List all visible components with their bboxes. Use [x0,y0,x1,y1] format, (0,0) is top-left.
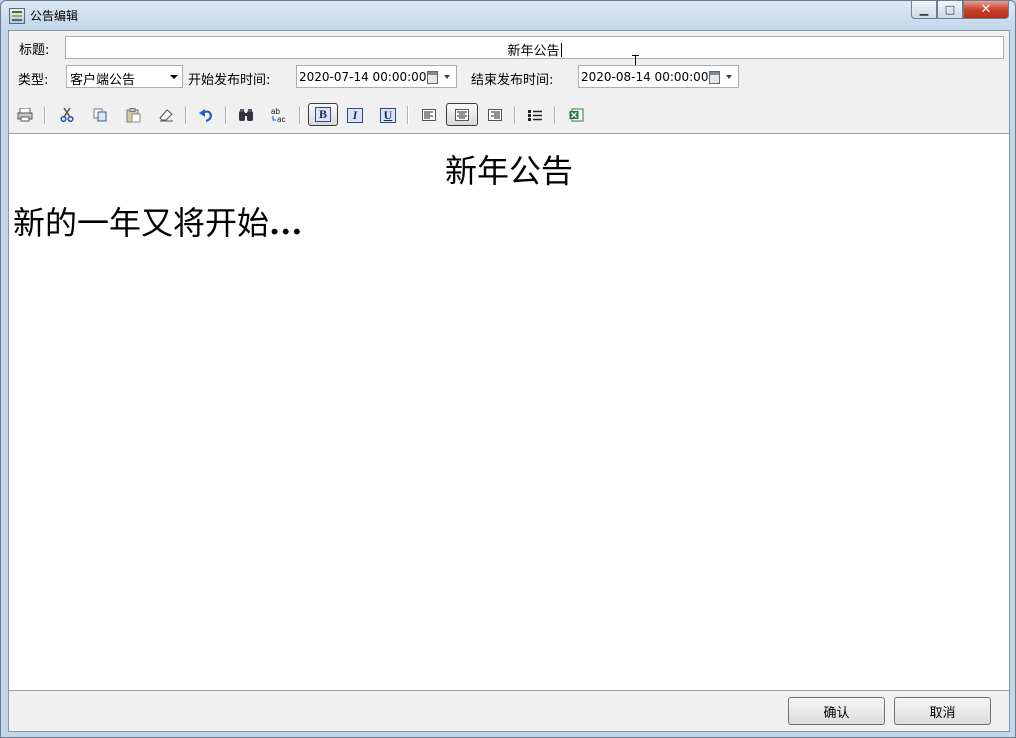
excel-export-button[interactable] [564,104,588,126]
copy-icon [93,108,106,122]
italic-icon: I [347,107,363,123]
maximize-button[interactable]: □ [937,1,963,19]
italic-button[interactable]: I [343,104,367,126]
close-button[interactable]: ✕ [963,1,1009,19]
align-left-button[interactable] [417,104,441,126]
bullet-list-icon [528,109,542,121]
rich-text-editor[interactable]: 新年公告 新的一年又将开始... [9,133,1009,691]
ok-button[interactable]: 确认 [788,697,885,725]
copy-button[interactable] [88,104,112,126]
document-heading: 新年公告 [444,152,573,190]
close-icon: ✕ [980,2,992,17]
end-time-label: 结束发布时间: [471,73,554,88]
body-text: 新的一年又将开始 [13,204,270,242]
excel-icon [569,108,583,122]
title-value: 新年公告 [507,44,560,59]
text-caret [560,43,562,57]
title-input[interactable]: 新年公告 [65,36,1004,69]
dialog-window: 公告编辑 ▁ □ ✕ 标题: 新年公告 类型: 客户端公告 开始发布时间: 20… [0,0,1016,738]
bullet-list-button[interactable] [523,104,547,126]
undo-icon [199,109,213,122]
chevron-down-icon [170,75,178,79]
replace-icon: abac [271,107,285,123]
underline-icon: U [380,107,396,123]
bold-icon: B [315,107,331,122]
document-body: 新的一年又将开始... [13,198,302,244]
window-title: 公告编辑 [30,9,79,23]
minimize-button[interactable]: ▁ [911,1,937,19]
chevron-down-icon[interactable] [726,75,732,79]
start-time-label: 开始发布时间: [188,73,271,88]
align-left-icon [422,109,436,121]
title-label: 标题: [19,43,50,58]
svg-text:ac: ac [277,115,285,123]
end-time-input[interactable]: 2020-08-14 00:00:00 [578,65,739,88]
paste-button[interactable] [121,104,145,126]
title-bar[interactable]: 公告编辑 ▁ □ ✕ [1,1,1015,29]
align-right-icon [488,109,502,121]
type-value: 客户端公告 [70,73,136,88]
type-select[interactable]: 客户端公告 [66,65,183,88]
minimize-icon: ▁ [919,3,929,16]
paste-icon [126,107,140,122]
chevron-down-icon[interactable] [444,75,450,79]
underline-button[interactable]: U [376,104,400,126]
cancel-button[interactable]: 取消 [894,697,991,725]
app-icon [9,8,25,24]
eraser-button[interactable] [154,104,178,126]
type-label: 类型: [18,73,49,88]
align-center-button[interactable] [446,103,478,126]
find-button[interactable] [234,104,258,126]
dialog-body: 标题: 新年公告 类型: 客户端公告 开始发布时间: 2020-07-14 00… [8,30,1010,732]
start-time-input[interactable]: 2020-07-14 00:00:00 [296,65,457,88]
print-icon [17,108,33,122]
body-ellipsis: ... [269,204,303,242]
start-time-value: 2020-07-14 00:00:00 [299,70,427,84]
replace-button[interactable]: ab ac [267,104,291,126]
align-center-icon [455,108,469,121]
calendar-icon[interactable] [427,71,438,84]
print-button[interactable] [13,104,37,126]
end-time-value: 2020-08-14 00:00:00 [581,70,709,84]
cut-button[interactable] [55,104,79,126]
format-toolbar: ab ac B I U [9,99,1009,131]
eraser-icon [159,109,173,122]
cut-icon [60,108,74,122]
align-right-button[interactable] [483,104,507,126]
find-icon [239,109,253,121]
calendar-icon[interactable] [709,71,720,84]
maximize-icon: □ [944,3,956,16]
undo-button[interactable] [194,104,218,126]
bold-button[interactable]: B [308,103,338,126]
